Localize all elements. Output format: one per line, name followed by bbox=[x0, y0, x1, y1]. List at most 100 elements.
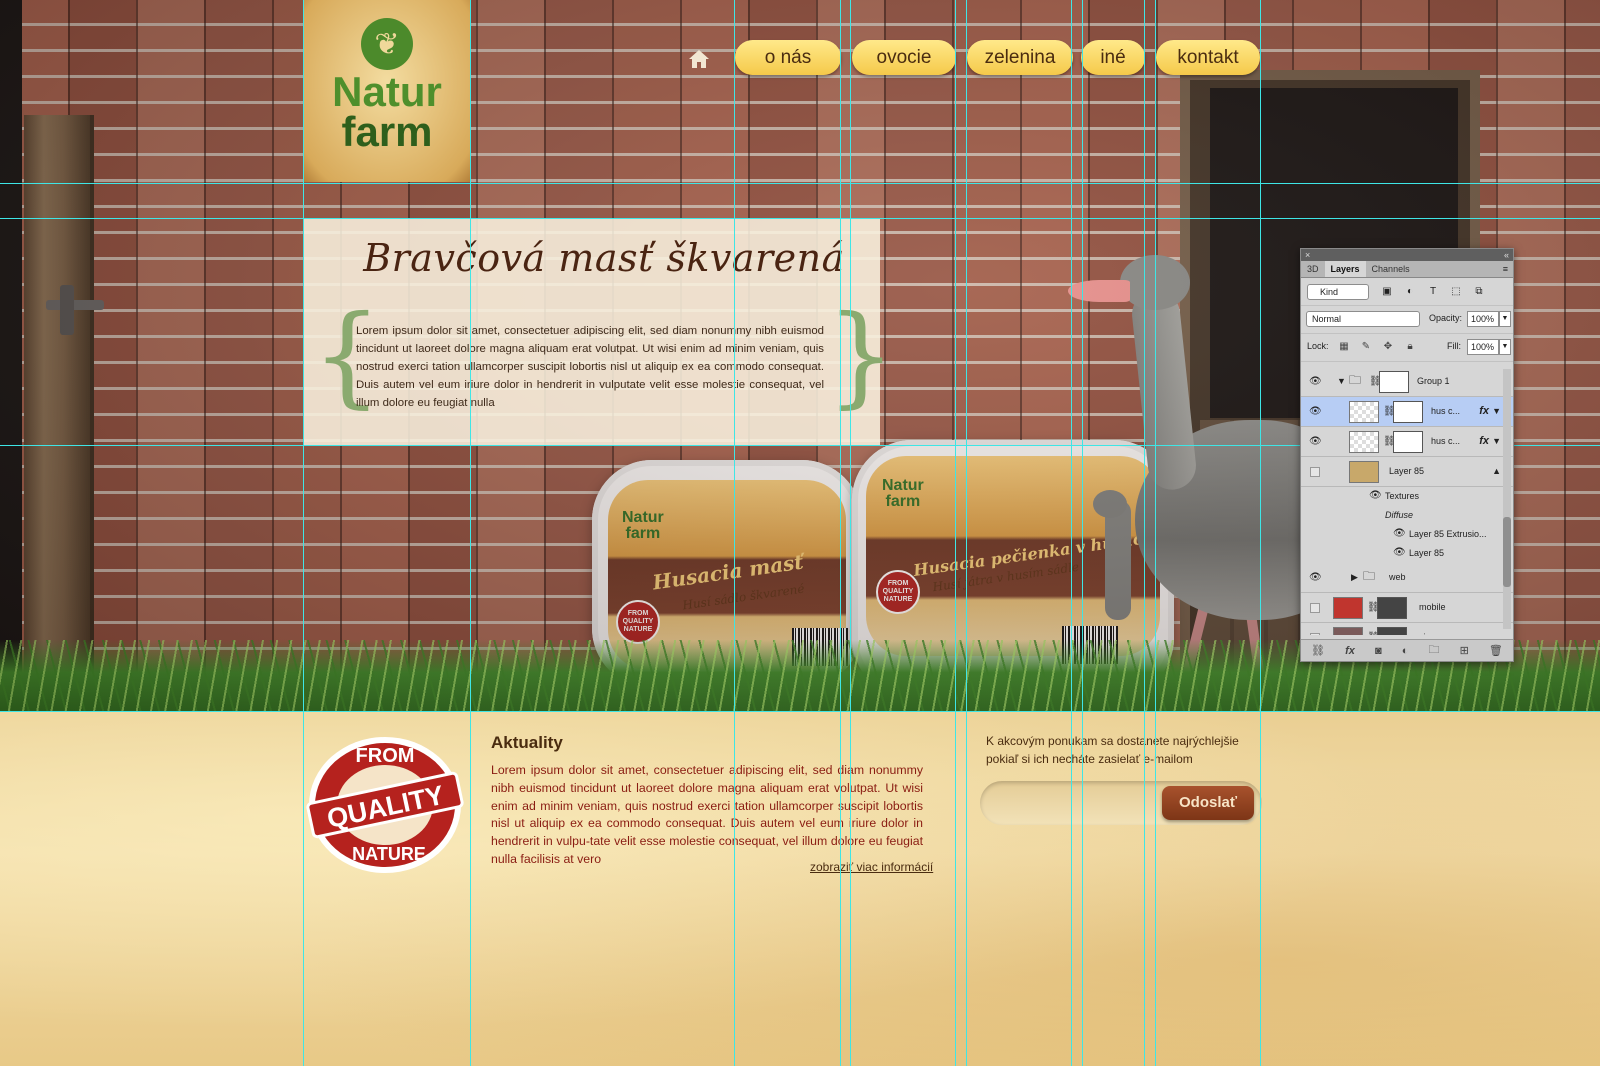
fill-label: Fill: bbox=[1447, 341, 1461, 351]
layer-name: Layer 85 Extrusio... bbox=[1409, 529, 1487, 539]
layer-name: Textures bbox=[1385, 491, 1420, 501]
send-button[interactable]: Odoslať bbox=[1162, 786, 1254, 820]
guide-vertical bbox=[955, 0, 956, 1066]
nav-item-kontakt[interactable]: kontakt bbox=[1156, 40, 1260, 75]
shape-filter-icon[interactable]: ⬚ bbox=[1448, 284, 1464, 300]
layer-row[interactable]: Layer 85 ▲ bbox=[1301, 457, 1513, 487]
layer-thumbnail[interactable] bbox=[1333, 597, 1363, 619]
product-description-panel: Bravčová masť škvarená { } Lorem ipsum d… bbox=[304, 218, 896, 446]
type-filter-icon[interactable]: T bbox=[1425, 284, 1441, 300]
layer-name: hus c... bbox=[1431, 436, 1461, 446]
eye-icon[interactable]: 👁︎ bbox=[1309, 436, 1322, 448]
smart-object-filter-icon[interactable]: ⧉ bbox=[1471, 284, 1487, 300]
layer-thumbnail[interactable] bbox=[1349, 461, 1379, 483]
lock-transparency-icon[interactable]: ▦ bbox=[1337, 340, 1351, 354]
logo-line2: farm bbox=[341, 108, 433, 155]
layer-row[interactable]: ⛓︎ mobile bbox=[1301, 593, 1513, 623]
sub-layer-row[interactable]: 👁︎ Textures bbox=[1301, 487, 1513, 506]
filter-kind-select[interactable]: Kind bbox=[1307, 284, 1369, 300]
guide-vertical bbox=[966, 0, 967, 1066]
opacity-dropdown-icon[interactable]: ▼ bbox=[1499, 311, 1511, 327]
product-quality-badge: FROM QUALITY NATURE bbox=[616, 600, 660, 644]
panel-menu-icon[interactable]: ≡ bbox=[1498, 261, 1513, 277]
goose-beak bbox=[1068, 280, 1130, 302]
layer-row[interactable]: 👁︎ ▶ 🗀︎ web bbox=[1301, 563, 1513, 593]
layer-thumbnail[interactable] bbox=[1349, 431, 1379, 453]
expand-triangle-icon[interactable]: ▶ bbox=[1351, 572, 1358, 583]
lock-position-icon[interactable]: ✥ bbox=[1381, 340, 1395, 354]
panel-collapse-icon[interactable]: « bbox=[1504, 249, 1509, 261]
panel-close-icon[interactable]: × bbox=[1305, 249, 1310, 261]
eye-icon[interactable]: 👁︎ bbox=[1369, 490, 1382, 502]
layer-name: Layer 85 bbox=[1389, 466, 1425, 476]
layer-mask-thumbnail[interactable] bbox=[1377, 597, 1407, 619]
eye-icon[interactable]: 👁︎ bbox=[1393, 528, 1406, 540]
news-heading: Aktuality bbox=[491, 733, 563, 752]
guide-horizontal bbox=[0, 711, 1600, 712]
site-logo[interactable]: ❦ Natur farm bbox=[304, 0, 470, 182]
product-description-text: Lorem ipsum dolor sit amet, consectetuer… bbox=[356, 325, 824, 409]
fx-icon[interactable]: fx bbox=[1479, 435, 1489, 447]
sub-layer-row[interactable]: Diffuse bbox=[1301, 506, 1513, 525]
tab-layers[interactable]: Layers bbox=[1324, 261, 1366, 277]
layer-row[interactable]: 👁︎ ▼ 🗀︎ ⛓︎ Group 1 bbox=[1301, 367, 1513, 397]
fx-menu-icon[interactable]: fx bbox=[1345, 645, 1355, 657]
eye-icon[interactable]: 👁︎ bbox=[1309, 376, 1322, 388]
nav-item-ovocie[interactable]: ovocie bbox=[852, 40, 956, 75]
nav-item-zelenina[interactable]: zelenina bbox=[967, 40, 1073, 75]
fx-icon[interactable]: fx bbox=[1479, 405, 1489, 417]
new-group-icon[interactable]: 🗀︎ bbox=[1428, 641, 1439, 660]
add-mask-icon[interactable]: ◙ bbox=[1375, 645, 1382, 657]
lock-pixels-icon[interactable]: ✎ bbox=[1359, 340, 1373, 354]
trash-icon[interactable]: 🗑︎ bbox=[1489, 644, 1503, 657]
pixel-filter-icon[interactable]: ▣ bbox=[1379, 284, 1395, 300]
email-input[interactable] bbox=[994, 791, 1144, 815]
more-info-link[interactable]: zobraziť viac informácií bbox=[810, 860, 933, 874]
adjustment-layer-icon[interactable]: ◐ bbox=[1402, 645, 1409, 657]
layer-mask-thumbnail[interactable] bbox=[1393, 401, 1423, 423]
new-layer-icon[interactable]: ⊞ bbox=[1460, 644, 1469, 657]
panel-tabs: 3D Layers Channels ≡ bbox=[1301, 261, 1513, 278]
layer-name: mobile bbox=[1419, 602, 1446, 612]
layer-name: web bbox=[1389, 572, 1406, 582]
guide-vertical bbox=[303, 0, 304, 1066]
visibility-toggle[interactable] bbox=[1310, 467, 1320, 477]
layer-mask-thumbnail[interactable] bbox=[1393, 431, 1423, 453]
nav-item-o-nas[interactable]: o nás bbox=[735, 40, 841, 75]
tab-channels[interactable]: Channels bbox=[1366, 261, 1416, 277]
layer-row[interactable]: ⛓︎ vino bbox=[1301, 623, 1513, 635]
layer-mask-thumbnail[interactable] bbox=[1377, 627, 1407, 635]
opacity-input[interactable]: 100% bbox=[1467, 311, 1499, 327]
collapse-triangle-icon[interactable]: ▲ bbox=[1492, 466, 1501, 476]
effects-toggle-icon[interactable]: ▼ bbox=[1492, 436, 1501, 446]
effects-toggle-icon[interactable]: ▼ bbox=[1492, 406, 1501, 416]
sub-layer-row[interactable]: 👁︎ Layer 85 bbox=[1301, 544, 1513, 563]
expand-triangle-icon[interactable]: ▼ bbox=[1337, 376, 1346, 386]
eye-icon[interactable]: 👁︎ bbox=[1309, 406, 1322, 418]
tab-3d[interactable]: 3D bbox=[1301, 261, 1325, 277]
eye-icon[interactable]: 👁︎ bbox=[1309, 572, 1322, 584]
sub-layer-row[interactable]: 👁︎ Layer 85 Extrusio... bbox=[1301, 525, 1513, 544]
layers-scrollbar[interactable] bbox=[1503, 369, 1511, 629]
layer-thumbnail[interactable] bbox=[1333, 627, 1363, 635]
layer-mask-thumbnail[interactable] bbox=[1379, 371, 1409, 393]
layers-scroll-thumb[interactable] bbox=[1503, 517, 1511, 587]
nav-item-ine[interactable]: iné bbox=[1081, 40, 1145, 75]
layer-row[interactable]: 👁︎ ⛓︎ hus c... fx ▼ bbox=[1301, 427, 1513, 457]
guide-vertical bbox=[1071, 0, 1072, 1066]
layer-name: Group 1 bbox=[1417, 376, 1450, 386]
home-icon[interactable] bbox=[688, 48, 710, 70]
layer-thumbnail[interactable] bbox=[1349, 401, 1379, 423]
link-layers-icon[interactable]: ⛓︎ bbox=[1311, 644, 1325, 657]
fill-dropdown-icon[interactable]: ▼ bbox=[1499, 339, 1511, 355]
badge-nature-text: NATURE bbox=[352, 844, 426, 864]
eye-icon[interactable]: 👁︎ bbox=[1393, 547, 1406, 559]
layer-row-selected[interactable]: 👁︎ ⛓︎ hus c... fx ▼ bbox=[1301, 397, 1513, 427]
lock-all-icon[interactable]: 🔒︎ bbox=[1403, 340, 1417, 354]
opacity-label: Opacity: bbox=[1429, 313, 1463, 323]
visibility-toggle[interactable] bbox=[1310, 633, 1320, 635]
visibility-toggle[interactable] bbox=[1310, 603, 1320, 613]
fill-input[interactable]: 100% bbox=[1467, 339, 1499, 355]
adjustment-filter-icon[interactable]: ◐ bbox=[1402, 284, 1418, 300]
blend-mode-select[interactable]: Normal bbox=[1306, 311, 1420, 327]
